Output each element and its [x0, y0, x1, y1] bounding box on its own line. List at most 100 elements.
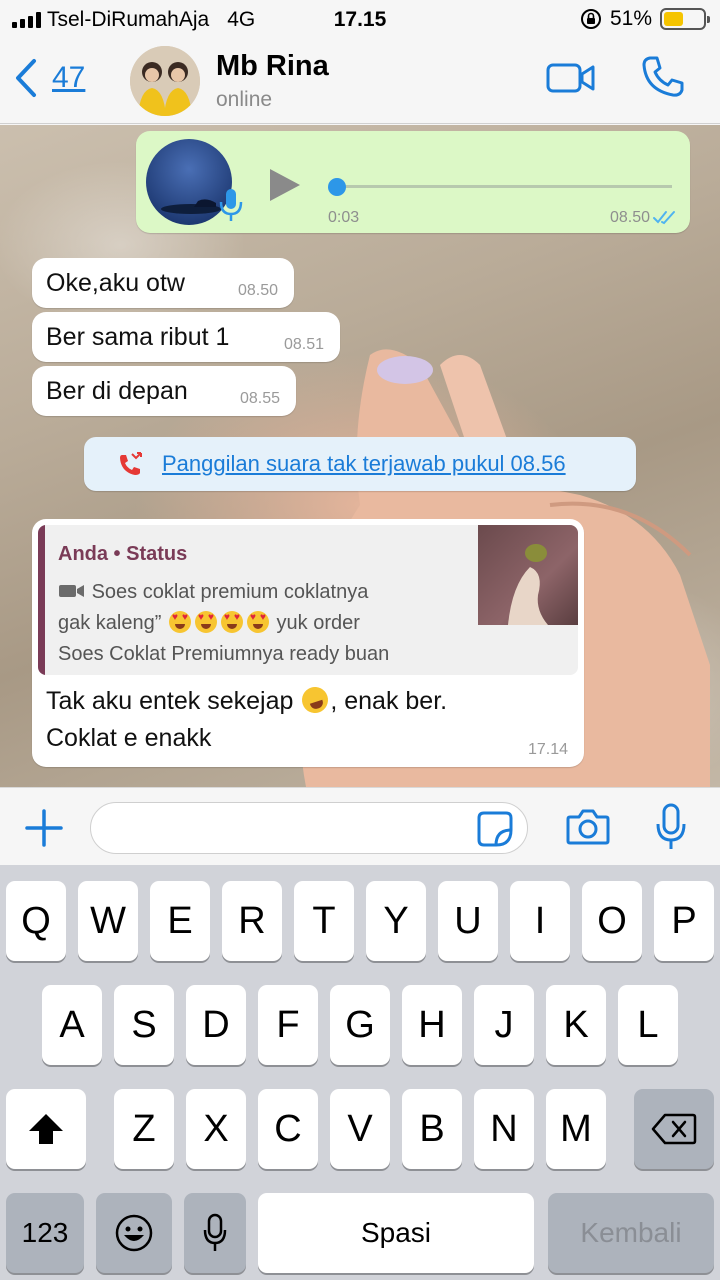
battery-icon: [660, 8, 710, 30]
phone-icon: [642, 56, 684, 97]
heart-eyes-emoji-icon: [220, 611, 243, 633]
camera-button[interactable]: [566, 808, 610, 851]
video-call-button[interactable]: [546, 62, 596, 99]
message-text: Tak aku entek sekejap , enak ber. Coklat…: [46, 683, 566, 757]
message-time: 17.14: [527, 741, 568, 758]
key-d[interactable]: D: [186, 985, 246, 1065]
message-text-part: Coklat e enakk: [46, 724, 212, 752]
message-time: 08.51: [283, 336, 324, 353]
back-button[interactable]: 47: [14, 58, 85, 98]
key-q[interactable]: Q: [6, 881, 66, 961]
attach-button[interactable]: [24, 808, 64, 853]
battery-fill: [664, 12, 684, 26]
missed-call-notice[interactable]: Panggilan suara tak terjawab pukul 08.56: [84, 437, 636, 491]
key-i[interactable]: I: [510, 881, 570, 961]
key-o[interactable]: O: [582, 881, 642, 961]
emoji-icon: [115, 1214, 153, 1252]
key-b[interactable]: B: [402, 1089, 462, 1169]
orientation-lock-icon: [580, 9, 601, 29]
key-v[interactable]: V: [330, 1089, 390, 1169]
quoted-status[interactable]: Anda • Status Soes coklat premium coklat…: [38, 525, 578, 675]
battery-percent: 51%: [609, 7, 652, 30]
contact-name[interactable]: Mb Rina: [216, 50, 329, 83]
emoji-key[interactable]: [96, 1193, 172, 1273]
key-j[interactable]: J: [474, 985, 534, 1065]
space-key[interactable]: Spasi: [258, 1193, 534, 1273]
chat-area[interactable]: 0:03 08.50 Oke,aku otw 08.50 Ber sama ri…: [0, 125, 720, 787]
status-bar: Tsel-DiRumahAja 4G 17.15 51%: [0, 0, 720, 40]
message-text: Oke,aku otw: [46, 269, 185, 297]
key-h[interactable]: H: [402, 985, 462, 1065]
key-f[interactable]: F: [258, 985, 318, 1065]
mic-badge-icon: [218, 187, 244, 228]
quote-line: yuk order: [276, 612, 360, 634]
key-r[interactable]: R: [222, 881, 282, 961]
contact-avatar[interactable]: [130, 46, 200, 116]
key-m[interactable]: M: [546, 1089, 606, 1169]
rofl-emoji-icon: [298, 683, 332, 717]
missed-call-icon: [120, 452, 142, 475]
heart-eyes-emoji-icon: [194, 611, 217, 633]
incoming-message[interactable]: Ber di depan 08.55: [32, 366, 296, 416]
quote-title: Anda • Status: [58, 543, 188, 565]
quote-accent-bar: [38, 525, 45, 675]
key-w[interactable]: W: [78, 881, 138, 961]
plus-icon: [25, 809, 63, 847]
message-time: 08.50: [237, 282, 278, 299]
key-e[interactable]: E: [150, 881, 210, 961]
key-a[interactable]: A: [42, 985, 102, 1065]
key-u[interactable]: U: [438, 881, 498, 961]
key-g[interactable]: G: [330, 985, 390, 1065]
key-x[interactable]: X: [186, 1089, 246, 1169]
key-k[interactable]: K: [546, 985, 606, 1065]
status-thumbnail: [478, 525, 578, 625]
audio-progress-knob[interactable]: [328, 178, 346, 196]
backspace-icon: [651, 1113, 697, 1145]
unread-count: 47: [52, 61, 86, 94]
keyboard: Q W E R T Y U I O P A S D F G H J K L Z …: [0, 865, 720, 1280]
sticker-button[interactable]: [476, 810, 514, 853]
microphone-icon: [203, 1213, 227, 1251]
key-c[interactable]: C: [258, 1089, 318, 1169]
read-receipt-icon: [652, 209, 678, 230]
return-key[interactable]: Kembali: [548, 1193, 714, 1273]
status-right: 51%: [580, 7, 710, 31]
reply-message[interactable]: Anda • Status Soes coklat premium coklat…: [32, 519, 584, 767]
voice-duration: 0:03: [328, 209, 360, 226]
voice-message[interactable]: 0:03 08.50: [136, 131, 690, 233]
voice-record-button[interactable]: [654, 802, 688, 857]
video-call-icon: [546, 63, 595, 93]
incoming-message[interactable]: Ber sama ribut 1 08.51: [32, 312, 340, 362]
missed-call-text[interactable]: Panggilan suara tak terjawab pukul 08.56: [162, 451, 566, 477]
key-l[interactable]: L: [618, 985, 678, 1065]
audio-progress-track[interactable]: [336, 185, 672, 188]
quote-line: Soes Coklat Premiumnya ready buan: [58, 643, 390, 665]
incoming-message[interactable]: Oke,aku otw 08.50: [32, 258, 294, 308]
quote-line: Soes coklat premium coklatnya: [91, 581, 369, 603]
shift-key[interactable]: [6, 1089, 86, 1169]
key-t[interactable]: T: [294, 881, 354, 961]
camera-icon: [566, 809, 610, 845]
key-y[interactable]: Y: [366, 881, 426, 961]
play-button[interactable]: [268, 167, 302, 208]
heart-eyes-emoji-icon: [246, 611, 269, 633]
message-text: Ber sama ribut 1: [46, 323, 230, 351]
quote-line: gak kaleng”: [58, 612, 162, 634]
key-s[interactable]: S: [114, 985, 174, 1065]
heart-eyes-emoji-icon: [168, 611, 191, 633]
dictation-key[interactable]: [184, 1193, 246, 1273]
key-n[interactable]: N: [474, 1089, 534, 1169]
quote-body: Soes coklat premium coklatnya gak kaleng…: [58, 577, 468, 670]
backspace-key[interactable]: [634, 1089, 714, 1169]
key-p[interactable]: P: [654, 881, 714, 961]
key-z[interactable]: Z: [114, 1089, 174, 1169]
sticker-icon: [477, 811, 513, 847]
message-input[interactable]: [90, 802, 528, 854]
contact-status: online: [216, 88, 273, 111]
voice-call-button[interactable]: [640, 54, 686, 105]
shift-icon: [29, 1114, 63, 1144]
message-time: 08.55: [239, 390, 280, 407]
back-chevron-icon: [16, 59, 36, 97]
numbers-key[interactable]: 123: [6, 1193, 84, 1273]
message-input-bar: [0, 787, 720, 865]
